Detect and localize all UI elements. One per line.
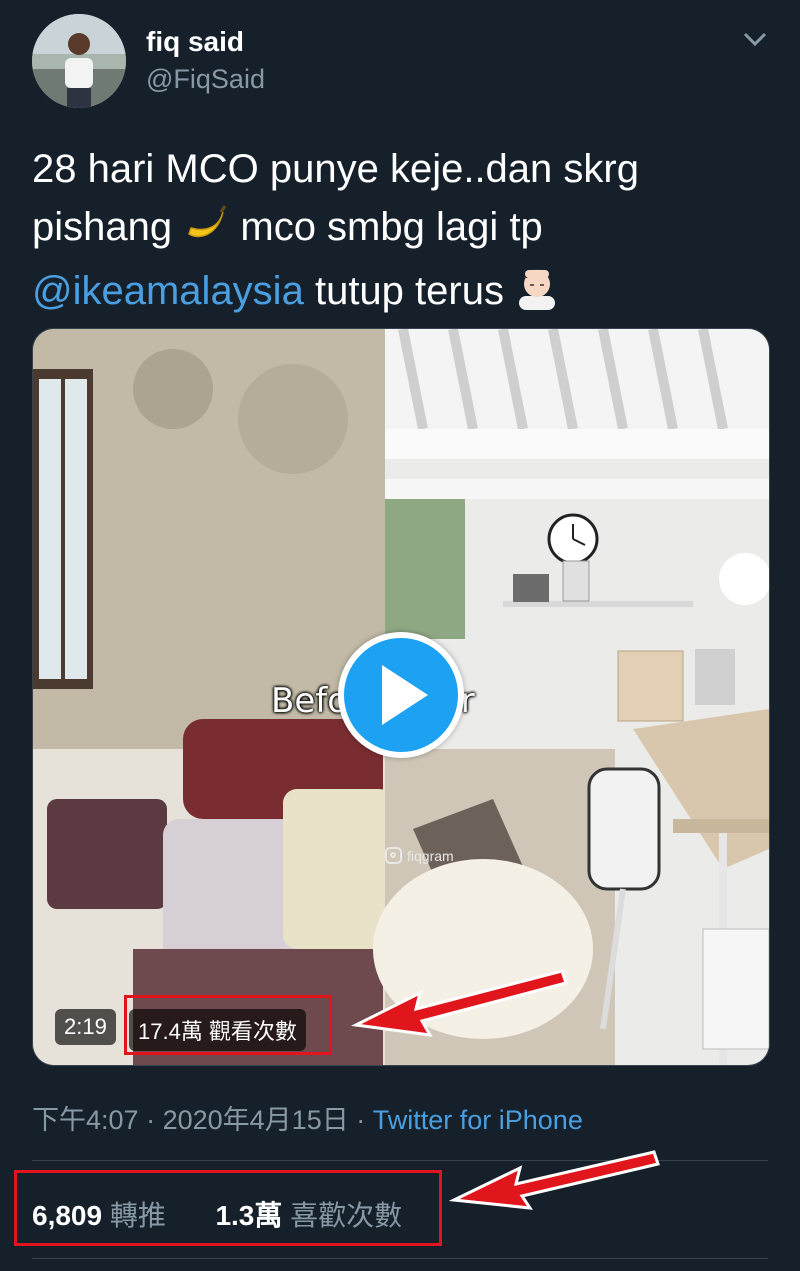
video-player[interactable]: Before After fiqgram 2:19 17.4萬 觀看次數 — [32, 328, 770, 1066]
chevron-down-icon[interactable] — [740, 28, 770, 50]
annotation-box-views — [124, 995, 332, 1055]
tweet-text: 28 hari MCO punye keje..dan skrg pishang… — [32, 140, 762, 326]
banana-emoji — [183, 200, 229, 262]
tweet-date[interactable]: 2020年4月15日 — [163, 1105, 349, 1135]
meta-separator-2: · — [356, 1105, 366, 1135]
watermark: fiqgram — [385, 847, 454, 864]
author-handle[interactable]: @FiqSaid — [146, 64, 265, 95]
tweet-meta: 下午4:07 · 2020年4月15日 · Twitter for iPhone — [32, 1098, 583, 1137]
mention-link[interactable]: @ikeamalaysia — [32, 269, 304, 313]
watermark-text: fiqgram — [407, 847, 454, 864]
annotation-box-stats — [14, 1170, 442, 1246]
video-duration: 2:19 — [55, 1009, 116, 1045]
play-button[interactable] — [338, 632, 464, 758]
tweet-source-link[interactable]: Twitter for iPhone — [373, 1105, 583, 1135]
instagram-icon — [385, 847, 402, 864]
tweet-time[interactable]: 下午4:07 — [32, 1105, 139, 1135]
avatar[interactable] — [32, 14, 126, 108]
divider-bottom — [32, 1258, 768, 1259]
face-palm-emoji — [515, 264, 559, 326]
red-arrow — [350, 969, 568, 1037]
red-arrow-2 — [448, 1150, 660, 1210]
author-name[interactable]: fiq said — [146, 26, 244, 58]
meta-separator: · — [146, 1105, 156, 1135]
tweet-text-part3: tutup terus — [314, 269, 504, 313]
tweet-text-part2: mco smbg lagi tp — [240, 205, 543, 249]
play-icon — [382, 665, 428, 725]
